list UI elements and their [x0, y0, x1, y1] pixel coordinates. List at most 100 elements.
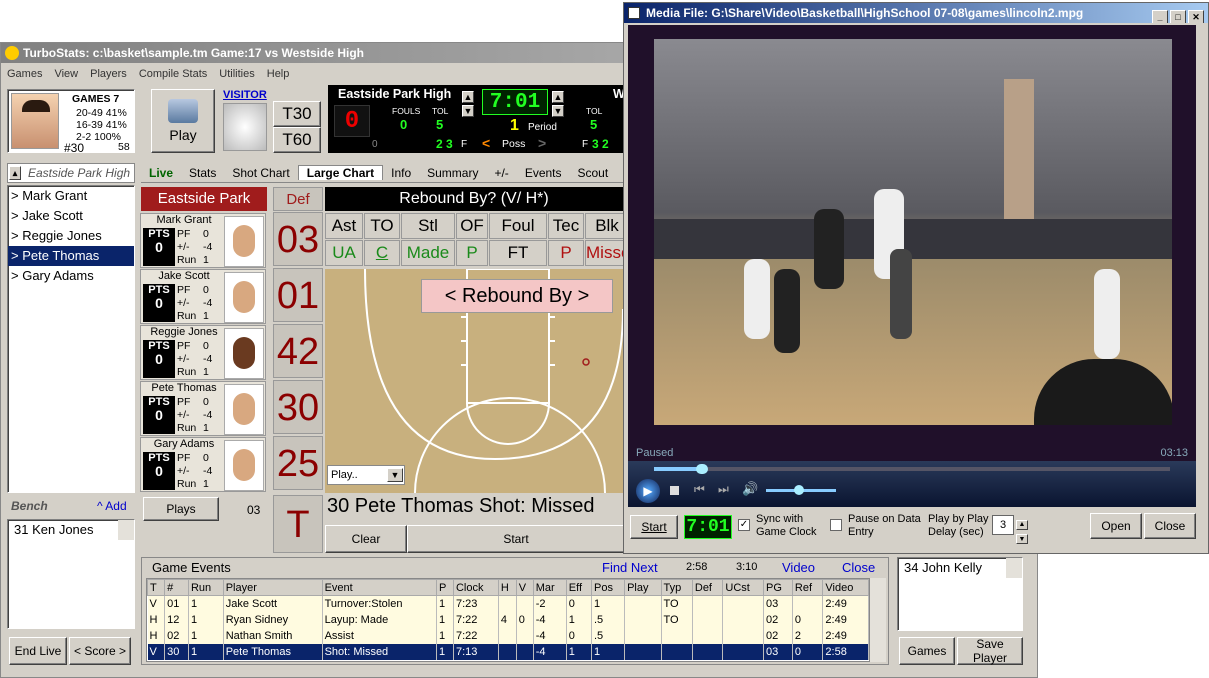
stat-col-blk[interactable]: Blk [585, 213, 623, 239]
media-titlebar[interactable]: Media File: G:\Share\Video\Basketball\Hi… [624, 3, 1208, 23]
events-col-header[interactable]: Typ [660, 579, 693, 596]
starter-item[interactable]: > Reggie Jones [8, 226, 134, 246]
tab-scout[interactable]: Scout [570, 166, 617, 180]
chevron-down-icon[interactable]: ▼ [387, 468, 403, 482]
stat-col-of[interactable]: OF [456, 213, 488, 239]
t30-button[interactable]: T30 [273, 101, 321, 127]
score-button[interactable]: < Score > [69, 637, 131, 665]
delay-spinner[interactable]: ▲ ▼ [1016, 515, 1028, 544]
rebound-box[interactable]: < Rebound By > [421, 279, 613, 313]
starter-item[interactable]: > Pete Thomas [8, 246, 134, 266]
poss-left-icon[interactable]: < [482, 135, 490, 151]
tab-info[interactable]: Info [383, 166, 419, 180]
clock-up-icon[interactable]: ▲ [462, 91, 474, 103]
save-player-button[interactable]: Save Player [957, 637, 1023, 665]
next-icon[interactable]: ⏭ [718, 482, 729, 497]
maximize-icon[interactable]: □ [1170, 10, 1186, 23]
clock-down-icon[interactable]: ▼ [462, 105, 474, 117]
table-row[interactable]: H 02 1 Nathan Smith Assist 1 7:22 -4 0.5 02 2 2:49 [147, 627, 869, 644]
tab-stats[interactable]: Stats [181, 166, 224, 180]
stat-col-stl[interactable]: Stl [401, 213, 455, 239]
events-col-header[interactable]: Event [321, 579, 437, 596]
end-live-button[interactable]: End Live [9, 637, 67, 665]
delay-down-icon[interactable]: ▼ [1016, 534, 1028, 544]
poss-right-icon[interactable]: > [538, 135, 546, 151]
add-bench-link[interactable]: ^ Add [97, 499, 127, 513]
volume-icon[interactable]: 🔊 [742, 481, 758, 497]
tab-shot-chart[interactable]: Shot Chart [224, 166, 297, 180]
events-col-header[interactable]: P [435, 579, 454, 596]
menu-utilities[interactable]: Utilities [219, 68, 254, 80]
menu-players[interactable]: Players [90, 68, 127, 80]
events-col-header[interactable]: Eff [565, 579, 592, 596]
open-button[interactable]: Open [1090, 513, 1142, 539]
play-icon[interactable]: ▶ [636, 479, 660, 503]
stat-col-tec[interactable]: Tec [548, 213, 584, 239]
spin-icon[interactable]: ▴ [9, 166, 21, 180]
table-row[interactable]: H 12 1 Ryan Sidney Layup: Made 1 7:22 4 0 -4 1.5 TO… [147, 611, 869, 628]
player-card-5[interactable]: Gary Adams PTS 0 PF 0 +/- -4 Run 1 [140, 437, 266, 492]
menu-help[interactable]: Help [267, 68, 290, 80]
seek-bar[interactable] [654, 467, 1170, 471]
events-col-header[interactable]: Video [822, 579, 869, 596]
close-events-link[interactable]: Close [842, 560, 875, 575]
clock-spinner-right[interactable]: ▲ ▼ [552, 89, 564, 117]
bench-item[interactable]: 31 Ken Jones [11, 520, 134, 540]
tab-bo[interactable]: Bo [616, 166, 623, 180]
starter-item[interactable]: > Gary Adams [8, 266, 134, 286]
menu-view[interactable]: View [54, 68, 78, 80]
stat-val-blk[interactable]: Missed [585, 240, 623, 266]
events-col-header[interactable]: Def [691, 579, 724, 596]
visitor-scrollbar[interactable] [1006, 558, 1022, 578]
tab-live[interactable]: Live [141, 166, 181, 180]
events-col-header[interactable]: # [164, 579, 189, 596]
player-card-1[interactable]: Mark Grant PTS 0 PF 0 +/- -4 Run 1 [140, 213, 266, 268]
minimize-icon[interactable]: _ [1152, 10, 1168, 23]
jersey-number[interactable]: 30 [273, 380, 323, 434]
starter-item[interactable]: > Mark Grant [8, 186, 134, 206]
sync-checkbox[interactable]: ✓ [738, 519, 750, 531]
stat-val-tec[interactable]: P [548, 240, 584, 266]
play-dropdown[interactable]: Play.. ▼ [327, 465, 405, 485]
table-row[interactable]: V 30 1 Pete Thomas Shot: Missed 1 7:13 -4 1 1 03 0 2… [147, 643, 869, 660]
table-row[interactable]: V 01 1 Jake Scott Turnover:Stolen 1 7:23 -2 0 1 TO… [147, 595, 869, 612]
video-frame[interactable] [654, 39, 1172, 425]
media-close-button[interactable]: Close [1144, 513, 1196, 539]
t-button[interactable]: T [273, 495, 323, 553]
menu-compile-stats[interactable]: Compile Stats [139, 68, 207, 80]
game-clock[interactable]: 7:01 [482, 89, 548, 115]
volume-thumb[interactable] [794, 485, 804, 495]
clock-up-icon[interactable]: ▲ [552, 91, 564, 103]
events-col-header[interactable]: UCst [722, 579, 765, 596]
seek-thumb[interactable] [696, 464, 708, 474]
stat-val-of[interactable]: P [456, 240, 488, 266]
events-col-header[interactable]: H [497, 579, 517, 596]
stat-col-ast[interactable]: Ast [325, 213, 363, 239]
bench-scrollbar[interactable] [118, 520, 134, 540]
stat-val-stl[interactable]: Made [401, 240, 455, 266]
media-start-button[interactable]: Start [630, 515, 678, 539]
player-card-2[interactable]: Jake Scott PTS 0 PF 0 +/- -4 Run 1 [140, 269, 266, 324]
starter-item[interactable]: > Jake Scott [8, 206, 134, 226]
def-button[interactable]: Def [273, 187, 323, 211]
events-col-header[interactable]: PG [763, 579, 793, 596]
tab--[interactable]: +/- [486, 166, 516, 180]
video-link[interactable]: Video [782, 560, 815, 575]
stop-icon[interactable] [670, 486, 679, 495]
start-button[interactable]: Start [407, 525, 625, 553]
events-col-header[interactable]: Play [624, 579, 662, 596]
events-col-header[interactable]: Clock [452, 579, 499, 596]
tab-summary[interactable]: Summary [419, 166, 486, 180]
pause-checkbox[interactable] [830, 519, 842, 531]
events-col-header[interactable]: V [515, 579, 534, 596]
jersey-number[interactable]: 01 [273, 268, 323, 322]
clock-down-icon[interactable]: ▼ [552, 105, 564, 117]
stat-val-foul[interactable]: FT [489, 240, 547, 266]
find-next-link[interactable]: Find Next [602, 560, 658, 575]
events-col-header[interactable]: Mar [532, 579, 567, 596]
menu-games[interactable]: Games [7, 68, 42, 80]
events-col-header[interactable]: Pos [590, 579, 626, 596]
visitor-item[interactable]: 34 John Kelly [901, 558, 1022, 578]
visitor-link[interactable]: VISITOR [223, 89, 267, 101]
player-card-4[interactable]: Pete Thomas PTS 0 PF 0 +/- -4 Run 1 [140, 381, 266, 436]
